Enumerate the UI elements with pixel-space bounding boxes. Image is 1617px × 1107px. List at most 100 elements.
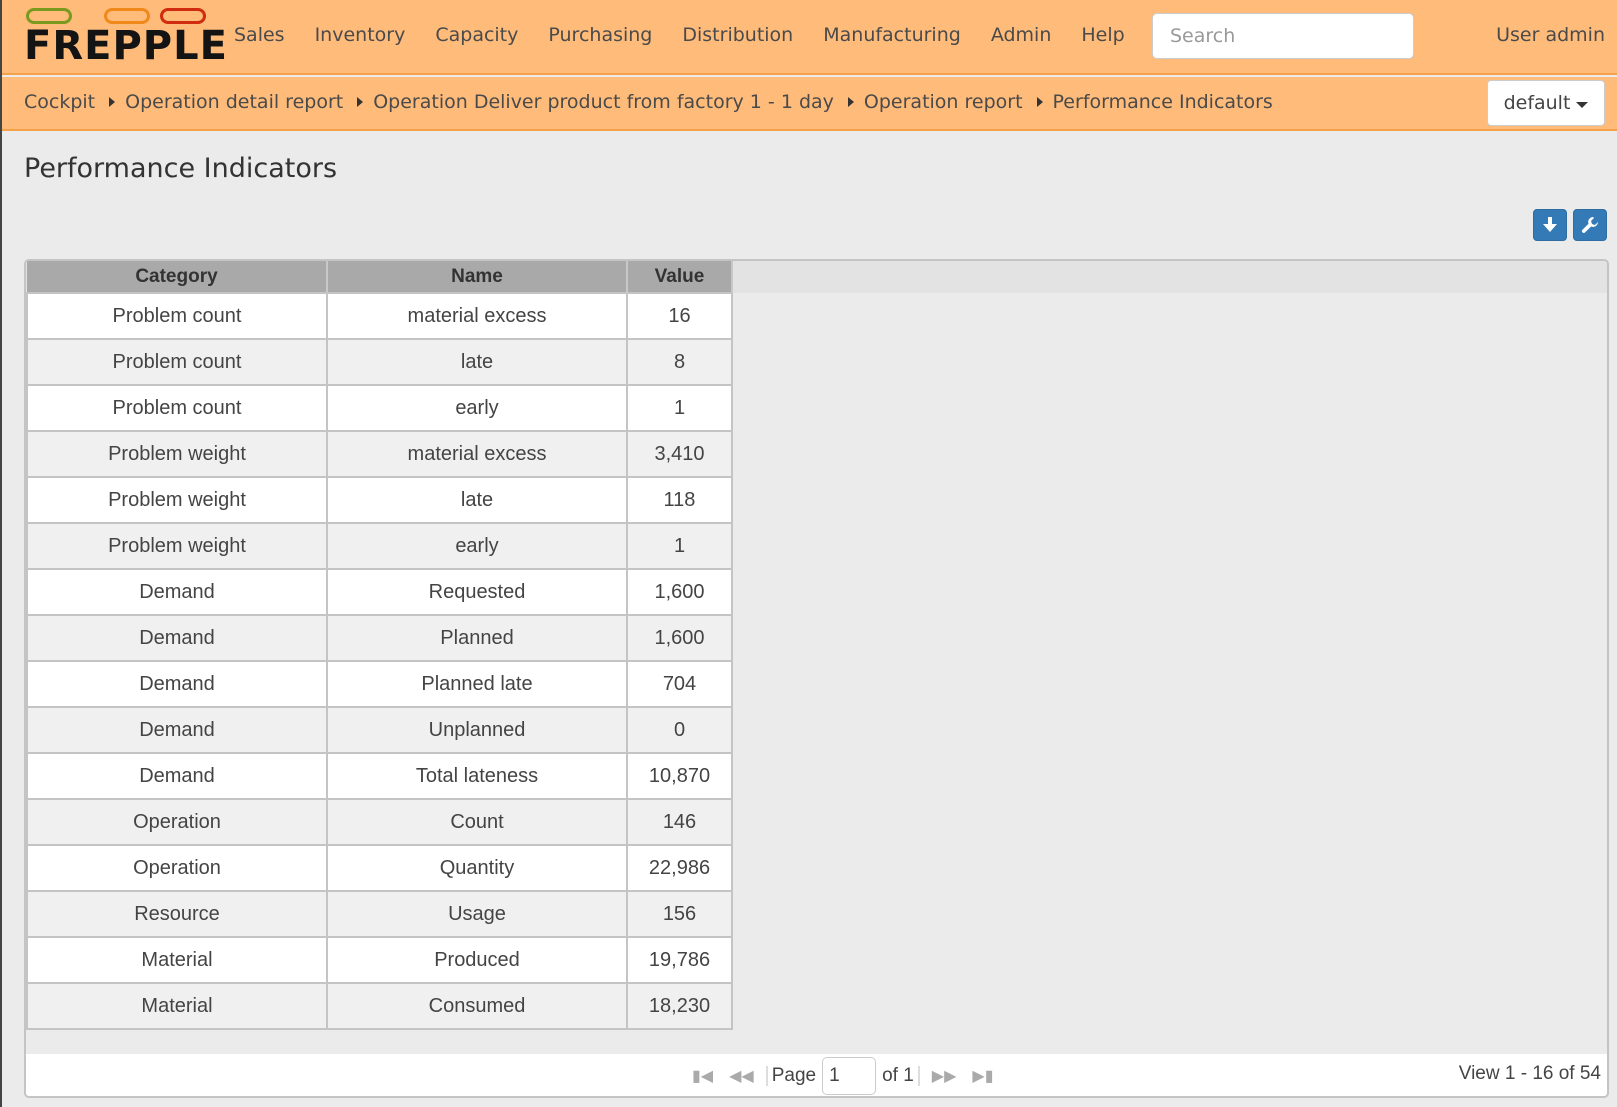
kpi-table: Category Name Value Problem count materia… (26, 261, 733, 1030)
view-record-info: View 1 - 16 of 54 (1458, 1063, 1601, 1084)
category-cell: Operation (26, 844, 328, 892)
menu-capacity[interactable]: Capacity (435, 20, 518, 50)
table-row[interactable]: Resource Usage 156 (26, 890, 733, 938)
column-header-category[interactable]: Category (27, 261, 328, 293)
first-page-icon[interactable]: ▮◀ (692, 1066, 713, 1086)
table-header-row: Category Name Value (27, 261, 733, 293)
name-cell: material excess (326, 292, 628, 340)
category-cell: Problem weight (26, 430, 328, 478)
menu-manufacturing[interactable]: Manufacturing (823, 20, 961, 50)
menu-purchasing[interactable]: Purchasing (548, 20, 652, 50)
pager-controls: ▮◀ ◀◀ Page of 1 ▶▶ ▶▮ (684, 1057, 1002, 1095)
column-header-name[interactable]: Name (327, 261, 628, 293)
table-row[interactable]: Demand Planned late 704 (26, 660, 733, 708)
menu-distribution[interactable]: Distribution (682, 20, 793, 50)
name-cell: late (326, 338, 628, 386)
performance-grid: Category Name Value Problem count materia… (24, 259, 1609, 1098)
table-body: Problem count material excess 16 Problem co… (26, 292, 733, 1030)
name-cell: Planned late (326, 660, 628, 708)
value-cell: 18,230 (626, 982, 733, 1030)
value-cell: 16 (626, 292, 733, 340)
value-cell: 10,870 (626, 752, 733, 800)
category-cell: Problem count (26, 292, 328, 340)
category-cell: Demand (26, 614, 328, 662)
breadcrumb-cockpit[interactable]: Cockpit (24, 87, 95, 117)
value-cell: 8 (626, 338, 733, 386)
breadcrumb-operation-detail-report[interactable]: Operation detail report (125, 87, 343, 117)
category-cell: Operation (26, 798, 328, 846)
frepple-logo[interactable]: FREPPLE (24, 8, 227, 69)
logo-text: FREPPLE (24, 23, 228, 69)
name-cell: Produced (326, 936, 628, 984)
category-cell: Problem weight (26, 522, 328, 570)
table-row[interactable]: Material Consumed 18,230 (26, 982, 733, 1030)
table-row[interactable]: Problem count early 1 (26, 384, 733, 432)
caret-down-icon (1576, 101, 1589, 108)
breadcrumb-operation-report[interactable]: Operation report (864, 87, 1023, 117)
name-cell: Usage (326, 890, 628, 938)
name-cell: Consumed (326, 982, 628, 1030)
value-cell: 118 (626, 476, 733, 524)
scenario-dropdown[interactable]: default (1487, 80, 1605, 126)
arrow-down-icon (1543, 217, 1557, 232)
category-cell: Demand (26, 568, 328, 616)
value-cell: 3,410 (626, 430, 733, 478)
pager: ▮◀ ◀◀ Page of 1 ▶▶ ▶▮ View 1 - 16 of 54 (26, 1054, 1607, 1096)
value-cell: 1 (626, 384, 733, 432)
value-cell: 1,600 (626, 614, 733, 662)
name-cell: Total lateness (326, 752, 628, 800)
category-cell: Material (26, 982, 328, 1030)
prev-page-icon[interactable]: ◀◀ (729, 1066, 754, 1086)
configure-button[interactable] (1573, 209, 1607, 241)
value-cell: 0 (626, 706, 733, 754)
page-count: of 1 (882, 1065, 914, 1086)
user-menu[interactable]: User admin (1496, 20, 1605, 50)
table-row[interactable]: Problem weight late 118 (26, 476, 733, 524)
breadcrumb-performance-indicators[interactable]: Performance Indicators (1053, 87, 1273, 117)
caret-right-icon (847, 97, 854, 107)
table-row[interactable]: Problem weight early 1 (26, 522, 733, 570)
name-cell: late (326, 476, 628, 524)
name-cell: Quantity (326, 844, 628, 892)
scenario-label: default (1503, 92, 1571, 114)
value-cell: 22,986 (626, 844, 733, 892)
category-cell: Problem weight (26, 476, 328, 524)
table-row[interactable]: Demand Planned 1,600 (26, 614, 733, 662)
menu-inventory[interactable]: Inventory (315, 20, 406, 50)
column-header-value[interactable]: Value (627, 261, 733, 293)
table-row[interactable]: Problem count late 8 (26, 338, 733, 386)
name-cell: Requested (326, 568, 628, 616)
menu-help[interactable]: Help (1081, 20, 1124, 50)
search-input[interactable] (1152, 13, 1414, 59)
table-row[interactable]: Operation Count 146 (26, 798, 733, 846)
top-navbar: FREPPLE Sales Inventory Capacity Purchas… (2, 0, 1617, 75)
page-number-input[interactable] (822, 1057, 877, 1095)
name-cell: early (326, 522, 628, 570)
menu-sales[interactable]: Sales (234, 20, 285, 50)
category-cell: Demand (26, 660, 328, 708)
next-page-icon[interactable]: ▶▶ (932, 1066, 957, 1086)
table-row[interactable]: Demand Unplanned 0 (26, 706, 733, 754)
table-row[interactable]: Problem count material excess 16 (26, 292, 733, 340)
table-row[interactable]: Material Produced 19,786 (26, 936, 733, 984)
menu-admin[interactable]: Admin (991, 20, 1052, 50)
name-cell: Unplanned (326, 706, 628, 754)
table-row[interactable]: Demand Requested 1,600 (26, 568, 733, 616)
breadcrumb-operation[interactable]: Operation Deliver product from factory 1… (373, 87, 834, 117)
pager-separator (917, 1066, 920, 1086)
table-row[interactable]: Problem weight material excess 3,410 (26, 430, 733, 478)
last-page-icon[interactable]: ▶▮ (972, 1066, 993, 1086)
value-cell: 1,600 (626, 568, 733, 616)
name-cell: Count (326, 798, 628, 846)
name-cell: Planned (326, 614, 628, 662)
category-cell: Problem count (26, 384, 328, 432)
table-row[interactable]: Operation Quantity 22,986 (26, 844, 733, 892)
table-row[interactable]: Demand Total lateness 10,870 (26, 752, 733, 800)
value-cell: 156 (626, 890, 733, 938)
export-button[interactable] (1533, 209, 1567, 241)
main-menu: Sales Inventory Capacity Purchasing Dist… (234, 20, 1155, 50)
value-cell: 19,786 (626, 936, 733, 984)
wrench-icon (1581, 217, 1598, 233)
page-label: Page (771, 1065, 817, 1086)
category-cell: Problem count (26, 338, 328, 386)
